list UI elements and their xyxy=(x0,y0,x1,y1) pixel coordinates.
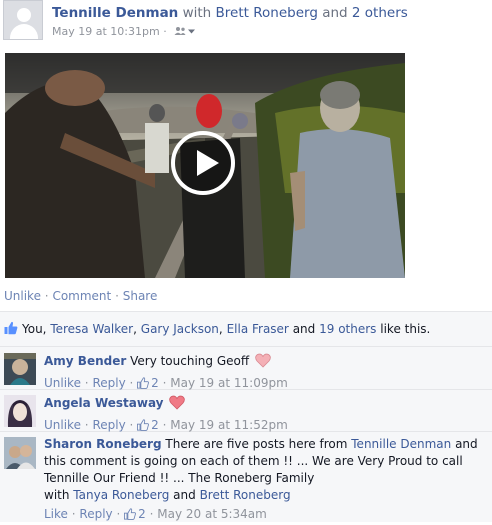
comment-like-count[interactable]: 2 xyxy=(151,376,159,390)
comment-reply-link[interactable]: Reply xyxy=(79,507,112,521)
meta-separator: · xyxy=(84,418,89,432)
unlike-link[interactable]: Unlike xyxy=(4,289,41,303)
comment-text: There are five posts here from xyxy=(165,437,348,451)
comment-timestamp[interactable]: May 19 at 11:09pm xyxy=(170,376,287,390)
comment-author[interactable]: Angela Westaway xyxy=(44,396,164,410)
meta-separator: · xyxy=(129,418,134,432)
share-link[interactable]: Share xyxy=(123,289,158,303)
comment-timestamp[interactable]: May 20 at 5:34am xyxy=(157,507,267,521)
facebook-post: Tennille Denman with Brett Roneberg and … xyxy=(0,0,492,522)
action-separator: · xyxy=(115,289,119,303)
meta-separator: · xyxy=(149,507,154,521)
and-word: and xyxy=(322,5,348,21)
comment-body: Sharon Roneberg There are five posts her… xyxy=(44,436,484,525)
audience-selector[interactable] xyxy=(174,26,196,39)
comment-link[interactable]: Comment xyxy=(52,289,111,303)
thumbs-up-icon xyxy=(4,321,18,335)
and-word: and xyxy=(173,488,196,502)
chevron-down-icon xyxy=(188,29,196,33)
comment-reply-link[interactable]: Reply xyxy=(92,418,125,432)
comment: Amy Bender Very touching Geoff Unlike · … xyxy=(0,347,492,390)
comment-like-count[interactable]: 2 xyxy=(138,507,146,521)
mention-link[interactable]: Tennille Denman xyxy=(351,437,451,451)
liker-link[interactable]: Gary Jackson xyxy=(141,322,219,336)
with-word: with xyxy=(44,488,70,502)
comment-like-icon xyxy=(124,508,137,525)
heart-icon xyxy=(169,395,186,415)
comment-reply-link[interactable]: Reply xyxy=(92,376,125,390)
meta-separator: · xyxy=(84,376,89,390)
heart-icon xyxy=(255,353,271,373)
comment-timestamp[interactable]: May 19 at 11:52pm xyxy=(170,418,287,432)
comment-like-count[interactable]: 2 xyxy=(151,418,159,432)
meta-separator: · xyxy=(162,376,167,390)
comment-unlike-link[interactable]: Unlike xyxy=(44,418,81,432)
comment-like-link[interactable]: Like xyxy=(44,507,68,521)
play-button[interactable] xyxy=(171,131,235,195)
comma: , xyxy=(133,322,137,336)
friends-icon xyxy=(174,26,196,35)
others-link[interactable]: 2 others xyxy=(352,5,408,21)
liker-link[interactable]: Ella Fraser xyxy=(227,322,289,336)
and-word: and xyxy=(292,322,316,336)
mention-link[interactable]: Brett Roneberg xyxy=(200,488,291,502)
other-likers-link[interactable]: 19 others xyxy=(319,322,376,336)
likes-suffix: like this. xyxy=(380,322,431,336)
tagged-friend-link[interactable]: Brett Roneberg xyxy=(216,5,318,21)
comment-text: Very touching Geoff xyxy=(130,354,250,368)
play-icon xyxy=(197,150,219,176)
commenter-avatar[interactable] xyxy=(4,353,36,385)
liker-link[interactable]: Teresa Walker xyxy=(50,322,133,336)
actor-name[interactable]: Tennille Denman xyxy=(52,5,178,21)
comment-body: Angela Westaway Unlike · Reply · 2 · May… xyxy=(44,395,484,436)
likes-summary: You, Teresa Walker, Gary Jackson, Ella F… xyxy=(0,311,492,347)
meta-separator: · xyxy=(162,418,167,432)
comment-unlike-link[interactable]: Unlike xyxy=(44,376,81,390)
comma: , xyxy=(218,322,223,336)
comment-body: Amy Bender Very touching Geoff Unlike · … xyxy=(44,353,484,394)
meta-separator: · xyxy=(163,25,167,38)
post-meta: May 19 at 10:31pm · xyxy=(52,25,196,39)
actor-avatar[interactable] xyxy=(3,0,43,40)
likes-you: You, xyxy=(22,322,47,336)
comment: Angela Westaway Unlike · Reply · 2 · May… xyxy=(0,390,492,432)
comment-author[interactable]: Sharon Roneberg xyxy=(44,437,162,451)
likes-text: You, Teresa Walker, Gary Jackson, Ella F… xyxy=(22,322,430,336)
comment-author[interactable]: Amy Bender xyxy=(44,354,126,368)
with-word: with xyxy=(182,5,212,21)
mention-link[interactable]: Tanya Roneberg xyxy=(73,488,169,502)
action-separator: · xyxy=(44,289,49,303)
commenter-avatar[interactable] xyxy=(4,395,36,427)
video-player[interactable] xyxy=(5,53,405,278)
post-timestamp[interactable]: May 19 at 10:31pm xyxy=(52,25,160,38)
post-actions: Unlike · Comment · Share xyxy=(4,289,157,303)
meta-separator: · xyxy=(116,507,121,521)
commenter-avatar[interactable] xyxy=(4,437,36,469)
post-header: Tennille Denman with Brett Roneberg and … xyxy=(3,0,489,48)
meta-separator: · xyxy=(71,507,76,521)
post-headline: Tennille Denman with Brett Roneberg and … xyxy=(52,5,408,21)
comment: Sharon Roneberg There are five posts her… xyxy=(0,432,492,522)
meta-separator: · xyxy=(129,376,134,390)
